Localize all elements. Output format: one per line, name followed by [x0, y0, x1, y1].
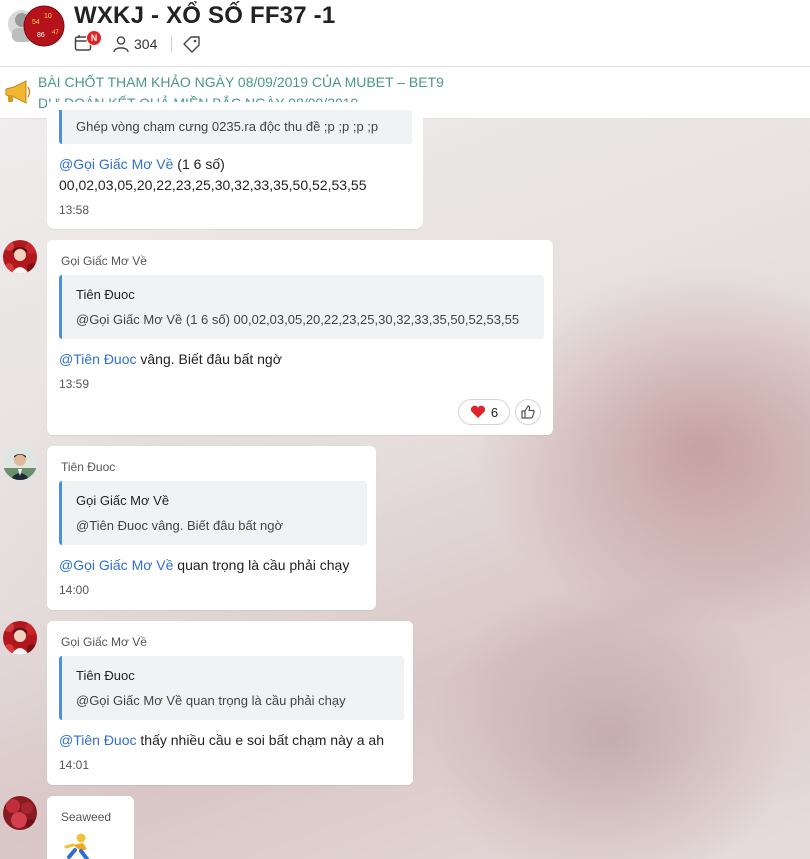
- quote-text: Ghép vòng chạm cưng 0235.ra độc thu đề ;…: [76, 119, 379, 134]
- svg-text:86: 86: [37, 32, 45, 39]
- avatar[interactable]: [3, 240, 37, 274]
- reply-quote[interactable]: Ghép vòng chạm cưng 0235.ra độc thu đề ;…: [59, 110, 412, 144]
- svg-text:10: 10: [44, 13, 52, 20]
- sender-name[interactable]: Tiên Đuoc: [61, 460, 115, 474]
- message-bubble[interactable]: Tiên Đuoc Gọi Giấc Mơ Về @Tiên Đuoc vâng…: [47, 446, 376, 610]
- group-title: WXKJ - XỔ SỐ FF37 -1: [74, 2, 336, 29]
- message-bubble[interactable]: Seaweed: [47, 796, 134, 859]
- group-avatar[interactable]: 54 10 86 47: [4, 2, 66, 48]
- svg-text:54: 54: [32, 19, 40, 26]
- message-text: @Gọi Giấc Mơ Về quan trọng là cầu phải c…: [59, 557, 350, 573]
- calendar-button[interactable]: N: [74, 30, 102, 54]
- message-time: 14:01: [59, 758, 90, 772]
- message-bubble[interactable]: Gọi Giấc Mơ Về Tiên Đuoc @Gọi Giấc Mơ Về…: [47, 621, 413, 785]
- quote-sender: Tiên Đuoc: [76, 287, 135, 302]
- sender-name[interactable]: Gọi Giấc Mơ Về: [61, 635, 147, 649]
- members-icon[interactable]: [112, 35, 130, 53]
- reaction-count: 6: [490, 404, 499, 420]
- like-icon: [521, 405, 535, 419]
- reply-quote[interactable]: Gọi Giấc Mơ Về @Tiên Đuoc vâng. Biết đâu…: [59, 481, 367, 545]
- avatar[interactable]: [3, 621, 37, 655]
- quote-text: @Gọi Giấc Mơ Về (1 6 số) 00,02,03,05,20,…: [76, 312, 520, 327]
- message-bubble[interactable]: Ghép vòng chạm cưng 0235.ra độc thu đề ;…: [47, 102, 423, 229]
- avatar[interactable]: [3, 446, 37, 480]
- sender-name[interactable]: Gọi Giấc Mơ Về: [61, 254, 147, 268]
- tag-icon[interactable]: [182, 35, 202, 53]
- message-time: 13:58: [59, 203, 90, 217]
- message-text-line-2: 00,02,03,05,20,22,23,25,30,32,33,35,50,5…: [59, 177, 367, 193]
- megaphone-icon: [5, 80, 31, 104]
- mention-link[interactable]: @Tiên Đuoc: [59, 351, 137, 367]
- quote-text: @Tiên Đuoc vâng. Biết đâu bất ngờ: [76, 518, 283, 533]
- quote-text: @Gọi Giấc Mơ Về quan trọng là cầu phải c…: [76, 693, 346, 708]
- message-text: @Tiên Đuoc vâng. Biết đâu bất ngờ: [59, 351, 282, 367]
- message-time: 13:59: [59, 377, 90, 391]
- quote-sender: Gọi Giấc Mơ Về: [76, 493, 170, 508]
- reaction-heart[interactable]: 6: [458, 399, 510, 425]
- like-button[interactable]: [515, 399, 541, 425]
- divider: [171, 36, 173, 52]
- sender-name[interactable]: Seaweed: [61, 810, 111, 824]
- chat-header: 54 10 86 47 WXKJ - XỔ SỐ FF37 -1 N 304: [0, 0, 810, 67]
- member-count[interactable]: 304: [134, 36, 157, 52]
- announcement-line-1[interactable]: BÀI CHỐT THAM KHẢO NGÀY 08/09/2019 CỦA M…: [38, 74, 444, 90]
- quote-sender: Tiên Đuoc: [76, 668, 135, 683]
- mention-link[interactable]: @Gọi Giấc Mơ Về: [59, 557, 173, 573]
- svg-text:47: 47: [52, 30, 59, 36]
- message-text: @Tiên Đuoc thấy nhiều cầu e soi bất chạm…: [59, 732, 384, 748]
- mention-link[interactable]: @Gọi Giấc Mơ Về: [59, 156, 173, 172]
- message-bubble[interactable]: Gọi Giấc Mơ Về Tiên Đuoc @Gọi Giấc Mơ Về…: [47, 240, 553, 435]
- reply-quote[interactable]: Tiên Đuoc @Gọi Giấc Mơ Về quan trọng là …: [59, 656, 404, 720]
- running-person-sticker: [64, 833, 89, 859]
- mention-link[interactable]: @Tiên Đuoc: [59, 732, 137, 748]
- group-meta: N 304: [74, 30, 202, 55]
- reply-quote[interactable]: Tiên Đuoc @Gọi Giấc Mơ Về (1 6 số) 00,02…: [59, 275, 544, 339]
- message-time: 14:00: [59, 583, 90, 597]
- message-text: @Gọi Giấc Mơ Về (1 6 số): [59, 156, 225, 172]
- avatar[interactable]: [3, 796, 37, 830]
- heart-icon: [470, 405, 485, 418]
- calendar-badge: N: [86, 30, 102, 46]
